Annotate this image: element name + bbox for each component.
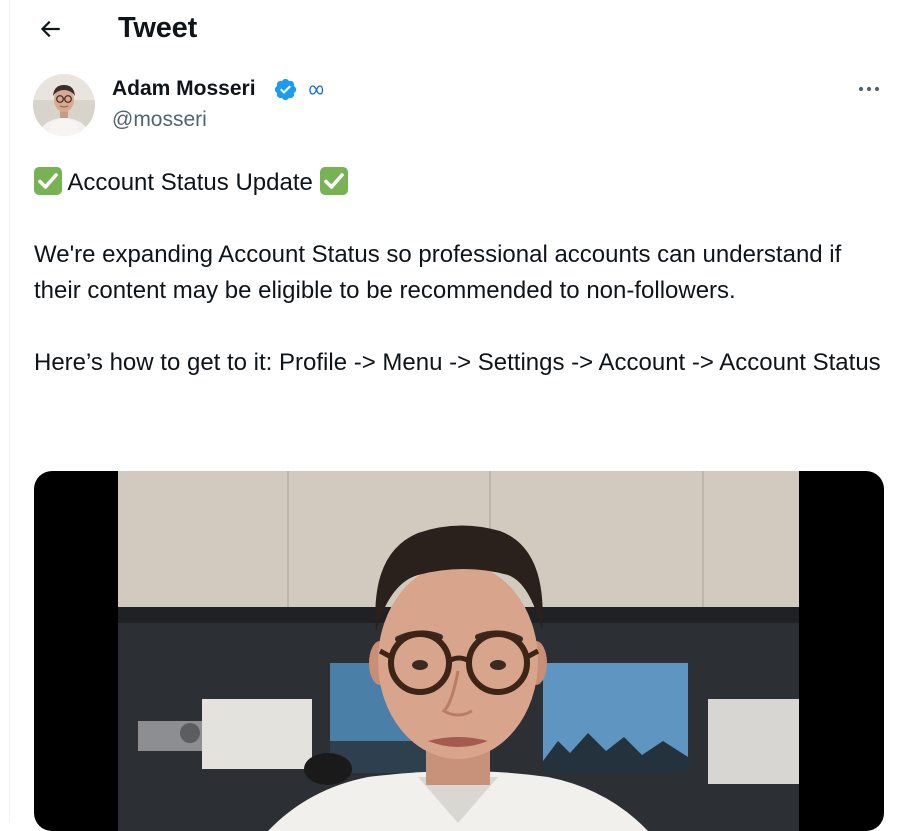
back-button[interactable] (32, 11, 68, 47)
page-title: Tweet (118, 12, 198, 44)
more-horizontal-icon (858, 86, 880, 92)
avatar[interactable] (33, 74, 95, 136)
verified-badge-icon (274, 78, 297, 101)
top-bar: Tweet (10, 0, 904, 60)
author-handle[interactable]: @mosseri (112, 108, 207, 132)
tweet-paragraph-expanding: We're expanding Account Status so profes… (34, 241, 842, 304)
video-frame (118, 471, 799, 831)
video-thumbnail (118, 471, 799, 831)
video-media[interactable] (34, 471, 884, 831)
meta-logo-icon (309, 85, 324, 95)
tweet-column: Tweet Adam Mosseri @mosseri Account Stat… (9, 0, 904, 831)
tweet-paragraph-how-to: Here’s how to get to it: Profile -> Menu… (34, 349, 881, 376)
check-mark-button-icon (319, 167, 348, 195)
tweet-heading-line: Account Status Update (34, 165, 894, 201)
more-options-button[interactable] (851, 74, 887, 104)
check-mark-button-icon (34, 167, 62, 195)
tweet-heading-text: Account Status Update (67, 169, 313, 196)
author-name[interactable]: Adam Mosseri (112, 77, 256, 101)
arrow-left-icon (40, 20, 60, 38)
tweet-text: Account Status Update We're expanding Ac… (34, 165, 894, 381)
avatar-image (33, 74, 95, 136)
